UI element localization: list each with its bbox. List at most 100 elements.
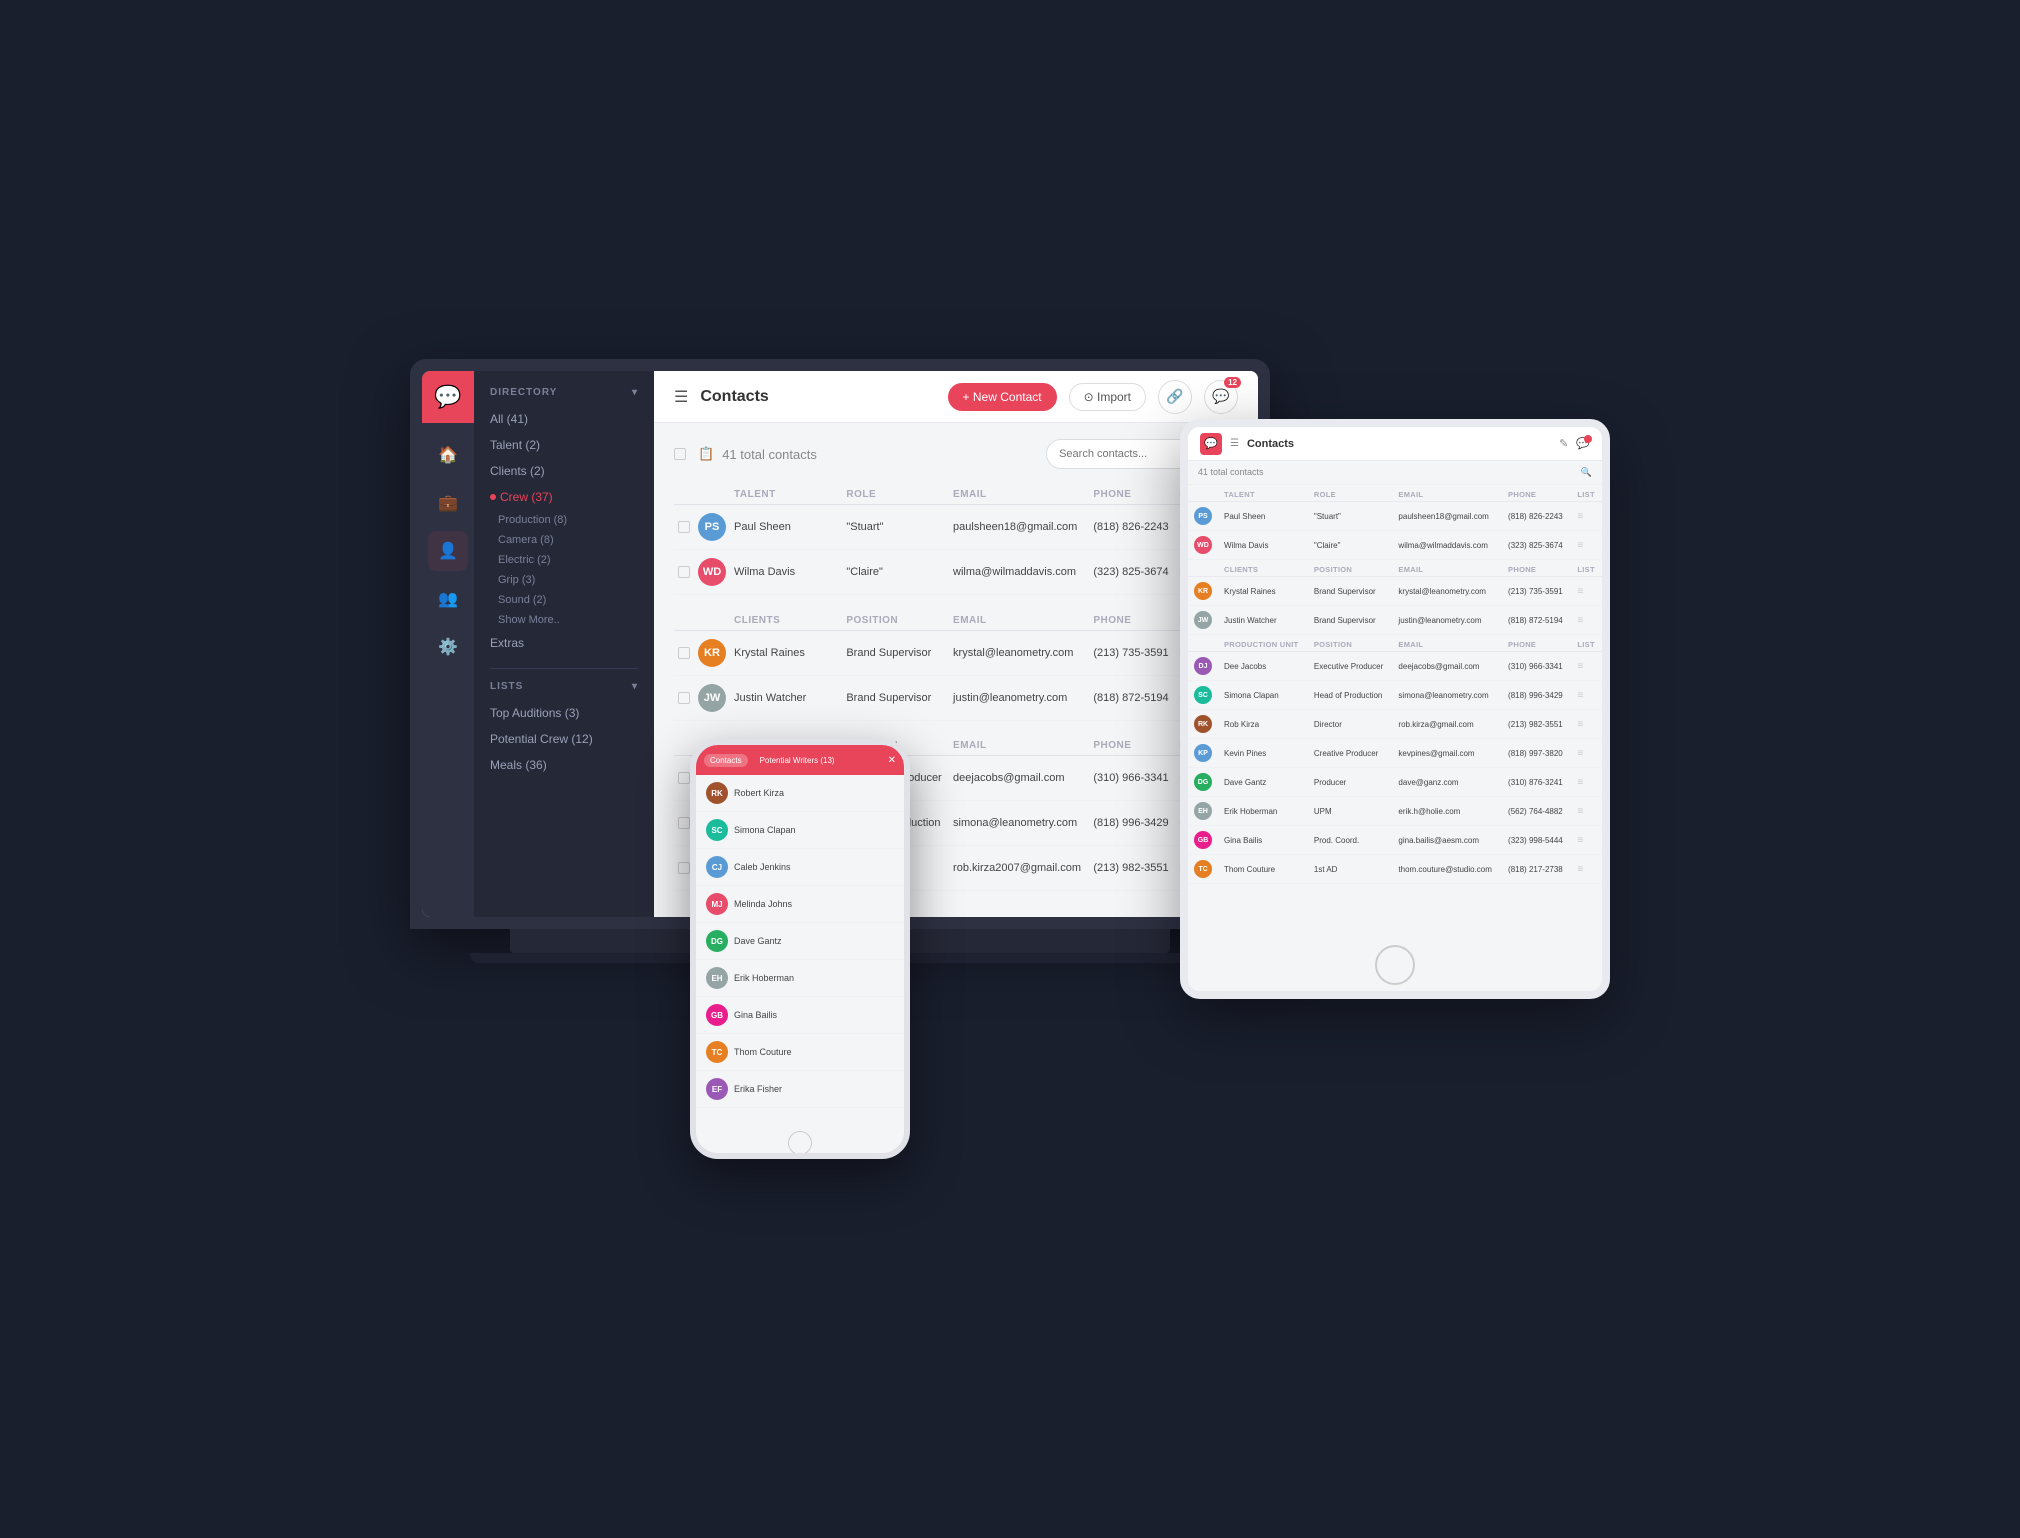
list-item[interactable]: SC Simona Clapan <box>696 812 904 849</box>
sidebar-panel: DIRECTORY ▾ All (41) Talent (2) Clients … <box>474 371 654 917</box>
list-item[interactable]: TC Thom Couture <box>696 1034 904 1071</box>
list-item[interactable]: RK Robert Kirza <box>696 775 904 812</box>
directory-label: DIRECTORY ▾ <box>474 387 654 406</box>
sidebar-item-all[interactable]: All (41) <box>474 406 654 432</box>
phone-avatar: RK <box>706 782 728 804</box>
total-count: 📋 41 total contacts <box>698 446 1034 462</box>
sidebar-item-clients[interactable]: Clients (2) <box>474 458 654 484</box>
row-checkbox[interactable] <box>678 647 690 659</box>
link-button[interactable]: 🔗 <box>1158 380 1192 414</box>
notification-badge: 12 <box>1224 377 1241 388</box>
clients-header-row: CLIENTS POSITION EMAIL PHONE LIST <box>674 607 1238 631</box>
sidebar-sub-showmore[interactable]: Show More.. <box>474 610 654 630</box>
nav-contacts-icon[interactable]: 👤 <box>428 531 468 571</box>
sidebar-sub-production[interactable]: Production (8) <box>474 510 654 530</box>
contact-header: 📋 41 total contacts 🔍 <box>674 439 1238 469</box>
tablet-menu-icon[interactable]: ☰ <box>1230 438 1239 449</box>
phone-home-button[interactable] <box>788 1131 812 1155</box>
tablet-section-clients: CLIENTSPOSITIONEMAILPHONELIST <box>1188 560 1602 577</box>
list-item[interactable]: DG Dave Gantz <box>696 923 904 960</box>
logo-box[interactable]: 💬 <box>422 371 474 423</box>
tablet-edit-icon[interactable]: ✎ <box>1559 437 1568 450</box>
phone-close-icon[interactable]: ✕ <box>888 755 896 766</box>
table-row[interactable]: WD Wilma Davis "Claire" wilma@wilmaddavi… <box>674 550 1238 595</box>
list-item[interactable]: EH Erik Hoberman <box>696 960 904 997</box>
phone-list: RK Robert Kirza SC Simona Clapan CJ Cale… <box>696 775 904 1133</box>
tablet-badge-dot <box>1584 435 1592 443</box>
tablet-avatar: RK <box>1194 715 1212 733</box>
list-item[interactable]: CJ Caleb Jenkins <box>696 849 904 886</box>
tablet-avatar: KP <box>1194 744 1212 762</box>
phone-tab-writers[interactable]: Potential Writers (13) <box>754 754 841 767</box>
tablet-notification-btn[interactable]: 💬 <box>1576 437 1590 450</box>
tablet-inner: 💬 ☰ Contacts ✎ 💬 41 total contacts 🔍 TAL… <box>1188 427 1602 991</box>
tablet-row[interactable]: RK Rob KirzaDirectorrob.kirza@gmail.com(… <box>1188 710 1602 739</box>
nav-group-icon[interactable]: 👥 <box>428 579 468 619</box>
tablet-topbar: 💬 ☰ Contacts ✎ 💬 <box>1188 427 1602 461</box>
nav-briefcase-icon[interactable]: 💼 <box>428 483 468 523</box>
sidebar-sub-sound[interactable]: Sound (2) <box>474 590 654 610</box>
sidebar-sub-electric[interactable]: Electric (2) <box>474 550 654 570</box>
import-button[interactable]: ⊙ Import <box>1069 383 1146 411</box>
row-checkbox[interactable] <box>678 817 690 829</box>
tablet-row[interactable]: KP Kevin PinesCreative Producerkevpines@… <box>1188 739 1602 768</box>
tablet-scroll[interactable]: TALENT ROLE EMAIL PHONE LIST PS Paul She… <box>1188 485 1602 939</box>
phone-avatar: EF <box>706 1078 728 1100</box>
tablet-row[interactable]: PS Paul Sheen"Stuart"paulsheen18@gmail.c… <box>1188 502 1602 531</box>
sidebar-list-auditions[interactable]: Top Auditions (3) <box>474 700 654 726</box>
row-checkbox[interactable] <box>678 862 690 874</box>
table-row[interactable]: KR Krystal Raines Brand Supervisor kryst… <box>674 630 1238 675</box>
new-contact-button[interactable]: + New Contact <box>948 383 1057 411</box>
sidebar-item-extras[interactable]: Extras <box>474 630 654 656</box>
avatar: KR <box>698 639 726 667</box>
sidebar-list-meals[interactable]: Meals (36) <box>474 752 654 778</box>
tablet-avatar: EH <box>1194 802 1212 820</box>
row-checkbox[interactable] <box>678 692 690 704</box>
talent-header-row: TALENT ROLE EMAIL PHONE LIST <box>674 481 1238 505</box>
scene: 💬 🏠 💼 👤 👥 ⚙️ DIRECTORY ▾ <box>410 359 1610 1179</box>
tablet-row[interactable]: JW Justin WatcherBrand Supervisorjustin@… <box>1188 606 1602 635</box>
tablet-avatar: DG <box>1194 773 1212 791</box>
tablet-avatar: WD <box>1194 536 1212 554</box>
phone-avatar: MJ <box>706 893 728 915</box>
sidebar-icons: 💬 🏠 💼 👤 👥 ⚙️ <box>422 371 474 917</box>
row-checkbox[interactable] <box>678 521 690 533</box>
list-item[interactable]: MJ Melinda Johns <box>696 886 904 923</box>
list-item[interactable]: EF Erika Fisher <box>696 1071 904 1108</box>
sidebar-item-crew[interactable]: Crew (37) <box>474 484 654 510</box>
sidebar-list-crew[interactable]: Potential Crew (12) <box>474 726 654 752</box>
sidebar-sub-camera[interactable]: Camera (8) <box>474 530 654 550</box>
table-row[interactable]: PS Paul Sheen "Stuart" paulsheen18@gmail… <box>674 505 1238 550</box>
tablet-row[interactable]: TC Thom Couture1st ADthom.couture@studio… <box>1188 855 1602 884</box>
phone-tab-contacts[interactable]: Contacts <box>704 754 748 767</box>
tablet-avatar: GB <box>1194 831 1212 849</box>
nav-settings-icon[interactable]: ⚙️ <box>428 627 468 667</box>
row-checkbox[interactable] <box>678 772 690 784</box>
tablet: 💬 ☰ Contacts ✎ 💬 41 total contacts 🔍 TAL… <box>1180 419 1610 999</box>
phone-inner: Contacts Potential Writers (13) ✕ RK Rob… <box>696 745 904 1153</box>
tablet-row[interactable]: GB Gina BailisProd. Coord.gina.bailis@ae… <box>1188 826 1602 855</box>
page-title: Contacts <box>700 388 935 406</box>
active-dot <box>490 494 496 500</box>
tablet-row[interactable]: DJ Dee JacobsExecutive Producerdeejacobs… <box>1188 652 1602 681</box>
tablet-row[interactable]: DG Dave GantzProducerdave@ganz.com(310) … <box>1188 768 1602 797</box>
notification-button[interactable]: 💬 12 <box>1204 380 1238 414</box>
topbar-menu-icon[interactable]: ☰ <box>674 387 688 407</box>
sidebar-item-talent[interactable]: Talent (2) <box>474 432 654 458</box>
tablet-home-button[interactable] <box>1375 945 1415 985</box>
table-row[interactable]: JW Justin Watcher Brand Supervisor justi… <box>674 675 1238 720</box>
sidebar-sub-grip[interactable]: Grip (3) <box>474 570 654 590</box>
nav-home-icon[interactable]: 🏠 <box>428 435 468 475</box>
tablet-row[interactable]: WD Wilma Davis"Claire"wilma@wilmaddavis.… <box>1188 531 1602 560</box>
tablet-avatar: KR <box>1194 582 1212 600</box>
tablet-row[interactable]: KR Krystal RainesBrand Supervisorkrystal… <box>1188 577 1602 606</box>
avatar: WD <box>698 558 726 586</box>
tablet-row[interactable]: EH Erik HobermanUPMerik.h@holie.com(562)… <box>1188 797 1602 826</box>
tablet-row[interactable]: SC Simona ClapanHead of Productionsimona… <box>1188 681 1602 710</box>
search-input[interactable] <box>1059 448 1199 460</box>
tablet-logo: 💬 <box>1200 433 1222 455</box>
select-all-checkbox[interactable] <box>674 448 686 460</box>
row-checkbox[interactable] <box>678 566 690 578</box>
list-item[interactable]: GB Gina Bailis <box>696 997 904 1034</box>
tablet-avatar: SC <box>1194 686 1212 704</box>
